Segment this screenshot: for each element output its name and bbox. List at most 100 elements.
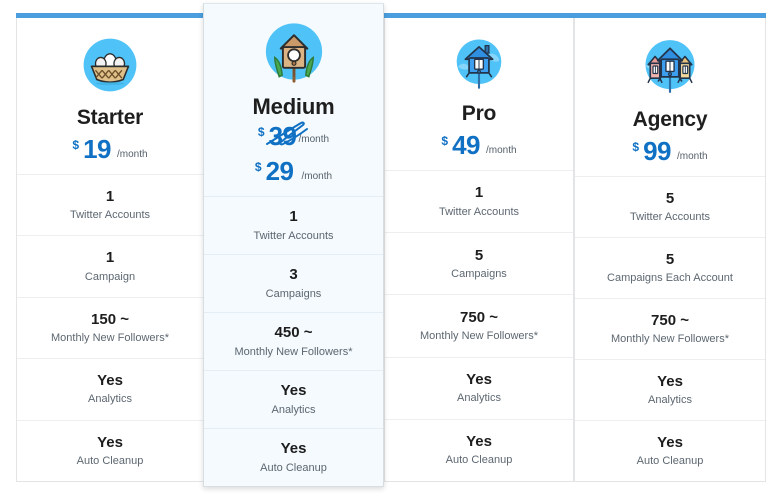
feature-label: Auto Cleanup: [260, 461, 327, 474]
feature-row: 1 Twitter Accounts: [204, 196, 383, 254]
feature-value: 750 ~: [651, 311, 689, 329]
feature-row: Yes Auto Cleanup: [385, 418, 573, 481]
price-period: /month: [301, 171, 333, 183]
feature-value: 1: [105, 249, 115, 267]
plan-card-medium[interactable]: Medium $ 39 /month $ 29 /month 1 Twitter…: [203, 3, 384, 487]
feature-row: 1 Twitter Accounts: [385, 170, 573, 232]
plan-card-agency[interactable]: Agency $ 99 /month 5 Twitter Accounts 5 …: [574, 13, 766, 482]
feature-label: Campaigns: [451, 267, 507, 280]
feature-row: Yes Analytics: [575, 359, 765, 420]
feature-list: 1 Twitter Accounts 1 Campaign 150 ~ Mont…: [17, 174, 203, 481]
feature-row: 3 Campaigns: [204, 254, 383, 312]
plan-price: $ 99 /month: [575, 138, 765, 164]
price-period: /month: [117, 149, 148, 161]
price-amount-original: 39: [268, 121, 297, 152]
card-top-accent-bar: [574, 13, 766, 18]
feature-label: Twitter Accounts: [69, 209, 151, 222]
price-period: /month: [298, 134, 330, 146]
price-amount: 29: [265, 156, 294, 187]
feature-row: 750 ~ Monthly New Followers*: [385, 294, 573, 356]
plan-price: $ 29 /month: [204, 158, 383, 184]
feature-row: 750 ~ Monthly New Followers*: [575, 298, 765, 359]
feature-row: 450 ~ Monthly New Followers*: [204, 312, 383, 370]
feature-label: Analytics: [647, 394, 693, 407]
feature-list: 1 Twitter Accounts 5 Campaigns 750 ~ Mon…: [385, 170, 573, 481]
feature-row: Yes Auto Cleanup: [575, 420, 765, 481]
plan-header-medium: Medium $ 39 /month $ 29 /month: [204, 4, 383, 184]
feature-value: Yes: [97, 433, 123, 451]
feature-row: 5 Campaigns: [385, 232, 573, 294]
plan-price: $ 49 /month: [385, 132, 573, 158]
feature-value: Yes: [466, 433, 492, 451]
feature-label: Auto Cleanup: [636, 455, 704, 468]
feature-row: 150 ~ Monthly New Followers*: [17, 296, 203, 358]
feature-row: 1 Campaign: [17, 235, 203, 296]
price-amount: 19: [83, 134, 112, 165]
feature-row: 5 Campaigns Each Account: [575, 237, 765, 298]
feature-label: Twitter Accounts: [438, 205, 520, 218]
price-amount: 99: [643, 136, 672, 167]
feature-value: Yes: [657, 433, 683, 451]
feature-value: 5: [665, 250, 675, 268]
plan-name: Medium: [252, 94, 335, 119]
feature-label: Campaign: [84, 270, 136, 283]
plan-card-starter[interactable]: Starter $ 19 /month 1 Twitter Accounts 1…: [16, 13, 204, 482]
feature-value: 450 ~: [274, 324, 313, 342]
price-currency: $: [257, 125, 265, 140]
feature-list: 1 Twitter Accounts 3 Campaigns 450 ~ Mon…: [204, 196, 383, 486]
price-currency: $: [632, 140, 640, 155]
feature-value: 5: [665, 189, 675, 207]
feature-row: Yes Analytics: [385, 356, 573, 419]
feature-value: 750 ~: [460, 308, 498, 326]
feature-label: Twitter Accounts: [253, 229, 334, 242]
feature-row: Yes Auto Cleanup: [17, 419, 203, 481]
feature-label: Monthly New Followers*: [234, 345, 353, 358]
price-currency: $: [254, 160, 262, 175]
plan-name: Starter: [76, 106, 144, 129]
feature-row: 1 Twitter Accounts: [17, 174, 203, 235]
feature-value: Yes: [97, 372, 123, 390]
blue-birdhouse-pole-icon: [456, 39, 502, 89]
plan-header-pro: Pro $ 49 /month: [385, 18, 573, 158]
feature-value: 150 ~: [91, 310, 129, 328]
feature-list: 5 Twitter Accounts 5 Campaigns Each Acco…: [575, 176, 765, 481]
feature-label: Auto Cleanup: [445, 454, 513, 467]
feature-row: Yes Auto Cleanup: [204, 428, 383, 486]
nest-basket-eggs-icon: [83, 38, 137, 92]
three-birdhouses-icon: [645, 40, 695, 93]
plan-price: $ 19 /month: [17, 136, 203, 162]
feature-label: Campaigns Each Account: [607, 272, 733, 285]
pricing-table: Starter $ 19 /month 1 Twitter Accounts 1…: [0, 0, 782, 500]
feature-label: Monthly New Followers*: [420, 330, 538, 343]
feature-label: Campaigns: [265, 287, 322, 300]
plan-price-original: $ 39 /month: [204, 121, 383, 152]
birdhouse-leaves-icon: [265, 23, 322, 83]
feature-label: Analytics: [87, 393, 133, 406]
plan-name: Pro: [461, 102, 497, 125]
feature-label: Monthly New Followers*: [51, 332, 169, 345]
price-amount: 49: [452, 130, 481, 161]
feature-value: Yes: [657, 372, 683, 390]
feature-row: 5 Twitter Accounts: [575, 176, 765, 237]
plan-card-pro[interactable]: Pro $ 49 /month 1 Twitter Accounts 5 Cam…: [384, 13, 574, 482]
card-top-accent-bar: [16, 13, 204, 18]
card-top-accent-bar: [384, 13, 574, 18]
feature-label: Twitter Accounts: [629, 211, 711, 224]
feature-value: Yes: [466, 371, 492, 389]
feature-value: 1: [474, 184, 484, 202]
feature-value: Yes: [280, 382, 307, 400]
price-currency: $: [72, 138, 80, 153]
price-period: /month: [486, 145, 517, 157]
price-period: /month: [677, 151, 708, 163]
feature-label: Analytics: [271, 403, 316, 416]
plan-header-agency: Agency $ 99 /month: [575, 18, 765, 164]
feature-value: 1: [105, 188, 115, 206]
feature-value: 3: [289, 266, 298, 284]
price-currency: $: [441, 134, 449, 149]
feature-label: Monthly New Followers*: [611, 333, 729, 346]
feature-value: 1: [289, 208, 298, 226]
feature-value: Yes: [280, 440, 307, 458]
feature-label: Auto Cleanup: [76, 454, 144, 467]
plan-header-starter: Starter $ 19 /month: [17, 18, 203, 162]
plan-name: Agency: [632, 108, 708, 131]
